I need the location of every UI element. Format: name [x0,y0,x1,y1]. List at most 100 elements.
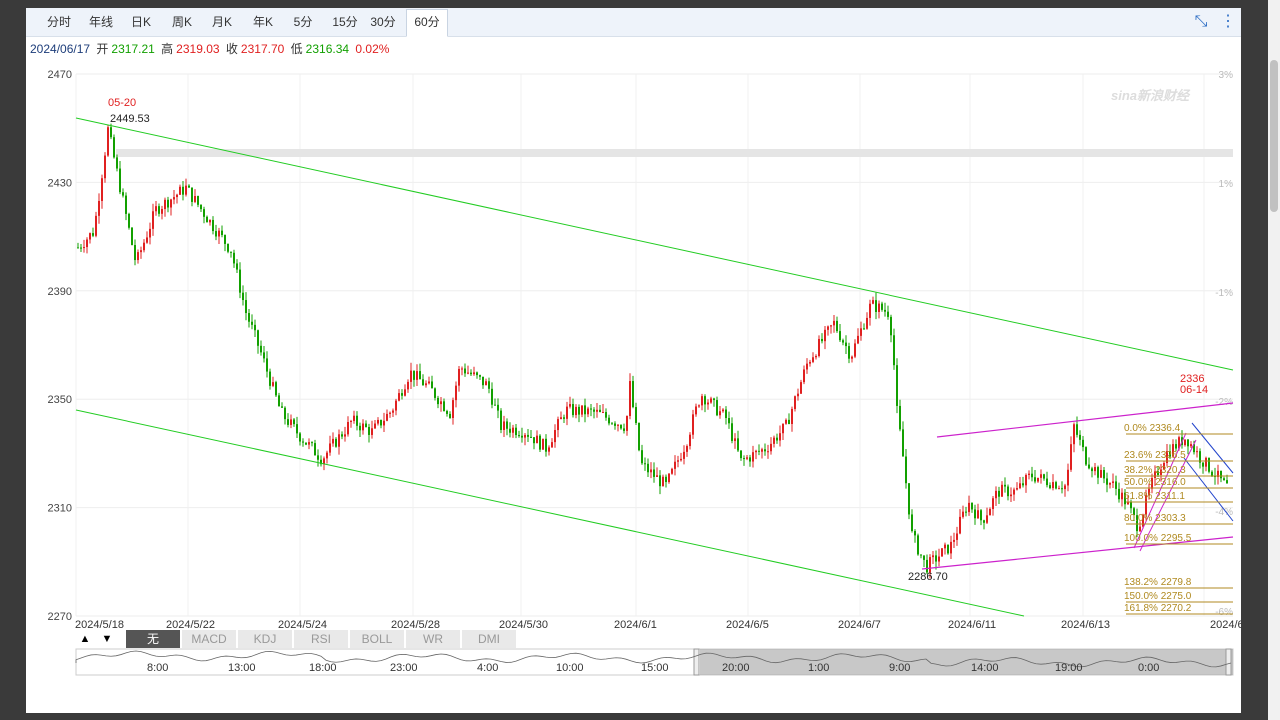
candle-body [674,461,676,469]
candle-body [179,186,181,195]
candle-body [1013,489,1015,495]
candle-body [1211,471,1213,476]
candle-body [608,417,610,424]
candle-body [686,446,688,452]
candle-body [881,303,883,310]
candle-body [92,233,94,236]
candle-body [119,168,121,193]
candle-body [491,388,493,405]
candle-body [521,435,523,438]
candle-body [146,237,148,243]
candle-body [473,372,475,375]
candle-body [380,419,382,426]
candle-body [272,382,274,386]
indicator-tab-6[interactable]: WR [406,630,460,648]
candle-body [419,371,421,380]
candle-body [374,423,376,429]
candle-body [737,438,739,451]
candle-body [230,251,232,253]
candle-body [941,548,943,557]
candle-body [509,428,511,433]
indicator-tab-2[interactable]: MACD [182,630,236,648]
candle-body [899,405,901,430]
candle-body [707,402,709,405]
candle-body [818,338,820,357]
x-tick-label: 2024/6/17 [1210,619,1241,631]
indicator-tab-3[interactable]: KDJ [238,630,292,648]
indicator-tab-4[interactable]: RSI [294,630,348,648]
candle-body [110,127,112,138]
candle-body [329,443,331,453]
candle-body [779,433,781,441]
candle-body [533,437,535,444]
candle-body [1019,483,1021,489]
candle-body [605,412,607,418]
candle-body [263,352,265,359]
candle-body [683,451,685,459]
high-date-label: 05-20 [108,97,136,109]
candle-body [566,406,568,419]
candle-body [950,541,952,554]
candle-body [194,196,196,202]
page-scrollbar[interactable] [1268,0,1280,720]
scrollbar-thumb[interactable] [1270,60,1278,212]
candle-body [923,555,925,560]
candle-body [236,263,238,270]
percent-tick-label: -1% [1215,288,1233,299]
candle-body [476,372,478,376]
candle-body [611,423,613,425]
candle-body [983,520,985,523]
candle-body [626,415,628,431]
candle-body [227,243,229,252]
candle-body [713,398,715,401]
candle-body [998,490,1000,497]
indicator-tab-7[interactable]: DMI [462,630,516,648]
candle-body [416,371,418,380]
candle-body [128,213,130,228]
candle-body [971,502,973,510]
candle-body [554,430,556,443]
x-tick-label: 2024/6/1 [614,619,657,631]
candle-body [158,206,160,214]
candle-body [641,450,643,464]
candle-body [284,407,286,420]
percent-tick-label: -6% [1215,607,1233,618]
candle-body [791,408,793,424]
candle-body [752,452,754,462]
nav-up-button[interactable]: ▲ [76,630,94,648]
candle-body [536,435,538,444]
candle-body [371,428,373,435]
candle-body [908,483,910,515]
candle-body [302,441,304,443]
candle-body [821,338,823,342]
fib-level-label: 150.0% 2275.0 [1124,591,1192,602]
candle-body [347,422,349,435]
candle-body [101,178,103,201]
candle-body [584,405,586,415]
indicator-tab-1[interactable]: 无 [126,630,180,648]
fib-level-label: 0.0% 2336.4 [1124,423,1181,434]
indicator-tab-5[interactable]: BOLL [350,630,404,648]
candle-body [935,555,937,562]
candle-body [620,424,622,429]
candle-body [149,228,151,238]
candle-body [911,514,913,532]
candle-body [593,409,595,412]
candle-body [443,401,445,411]
navigator-time-label: 4:00 [477,662,498,674]
candle-body [869,303,871,318]
candle-body [914,531,916,536]
candle-body [860,328,862,336]
candle-body [1079,434,1081,440]
candle-body [1034,477,1036,482]
x-tick-label: 2024/6/5 [726,619,769,631]
candle-body [800,382,802,394]
candle-body [989,509,991,516]
candle-body [767,451,769,453]
nav-down-button[interactable]: ▼ [98,630,116,648]
candle-body [131,227,133,246]
candlestick-chart[interactable]: 2470243023902350231022702024/5/18 2024/5/… [26,8,1241,713]
candle-body [176,194,178,198]
candle-body [197,196,199,205]
candle-body [977,510,979,519]
